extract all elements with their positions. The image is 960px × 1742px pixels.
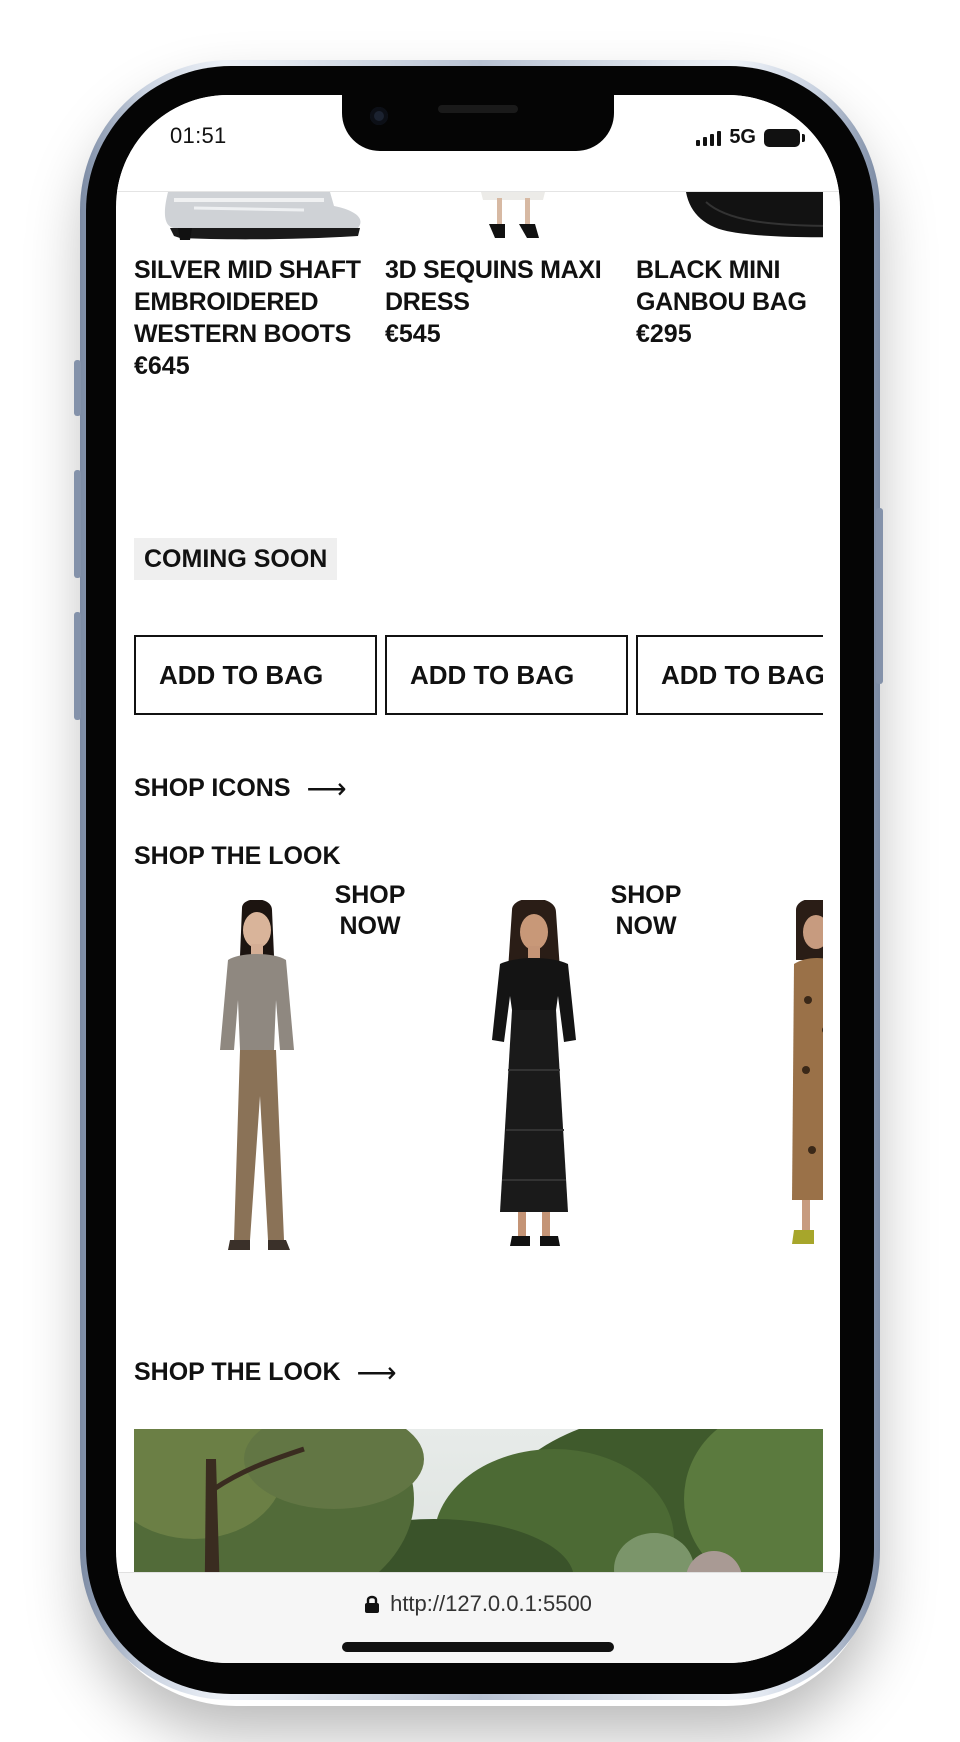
product-image-boots[interactable] [134,192,374,248]
shop-icons-label: SHOP ICONS [134,774,291,802]
browser-address-bar[interactable]: http://127.0.0.1:5500 [116,1572,840,1663]
product-card[interactable]: SILVER MID SHAFT EMBROIDERED WESTERN BOO… [134,192,374,382]
status-time: 01:51 [170,123,227,148]
park-banner-image[interactable] [134,1429,823,1572]
add-to-bag-button[interactable]: ADD TO BAG [134,635,377,715]
look-card[interactable]: SHOP NOW [134,880,410,1280]
product-image-bag[interactable] [636,192,823,248]
home-indicator[interactable] [342,1642,614,1652]
phone-screen: 01:51 5G SILVER MID SHAFT EMBROIDERED WE… [116,95,840,1663]
product-image-dress[interactable] [385,192,625,248]
page-content[interactable]: SILVER MID SHAFT EMBROIDERED WESTERN BOO… [134,192,823,1572]
url-text[interactable]: http://127.0.0.1:5500 [390,1591,592,1617]
model-image-sweater[interactable] [184,900,344,1280]
look-card[interactable]: SHOP NOW [410,880,686,1280]
arrow-right-icon: ⟶ [306,773,347,804]
product-card[interactable]: BLACK MINI GANBOU BAG €295 [636,192,823,350]
add-to-bag-row: ADD TO BAG ADD TO BAG ADD TO BAG [134,635,823,715]
volume-down-button [74,612,81,720]
lock-icon [365,1595,380,1613]
add-to-bag-button[interactable]: ADD TO BAG [385,635,628,715]
notch [342,95,614,151]
volume-up-button [74,470,81,578]
arrow-right-icon: ⟶ [356,1357,397,1388]
add-to-bag-button[interactable]: ADD TO BAG [636,635,823,715]
shop-the-look-link[interactable]: SHOP THE LOOK ⟶ [134,1356,397,1389]
coming-soon-badge: COMING SOON [134,538,338,580]
product-card[interactable]: 3D SEQUINS MAXI DRESS €545 [385,192,625,350]
model-image-leopard-dress[interactable] [736,900,823,1280]
front-camera [370,107,388,125]
product-price: €645 [134,352,190,380]
speaker-grill [438,105,518,113]
status-divider [116,191,840,192]
product-price: €295 [636,320,692,348]
look-carousel[interactable]: SHOP NOW SHOP NOW [134,880,823,1280]
model-image-black-dress[interactable] [460,900,620,1280]
battery-icon [764,128,805,147]
product-title[interactable]: BLACK MINI GANBOU BAG [636,254,823,318]
product-title[interactable]: SILVER MID SHAFT EMBROIDERED WESTERN BOO… [134,254,374,350]
product-carousel[interactable]: SILVER MID SHAFT EMBROIDERED WESTERN BOO… [134,192,823,392]
power-button [876,508,883,684]
silent-switch [74,360,81,416]
look-card[interactable] [686,880,823,1280]
shop-now-link[interactable]: SHOP NOW [330,880,410,942]
shop-icons-link[interactable]: SHOP ICONS ⟶ [134,772,347,805]
shop-the-look-heading: SHOP THE LOOK [134,842,341,870]
shop-the-look-link-label: SHOP THE LOOK [134,1358,341,1386]
network-label: 5G [729,126,756,148]
signal-icon [696,130,722,146]
shop-now-link[interactable]: SHOP NOW [606,880,686,942]
product-price: €545 [385,320,441,348]
url-display[interactable]: http://127.0.0.1:5500 [116,1591,840,1617]
product-title[interactable]: 3D SEQUINS MAXI DRESS [385,254,625,318]
status-icons: 5G [696,126,805,149]
